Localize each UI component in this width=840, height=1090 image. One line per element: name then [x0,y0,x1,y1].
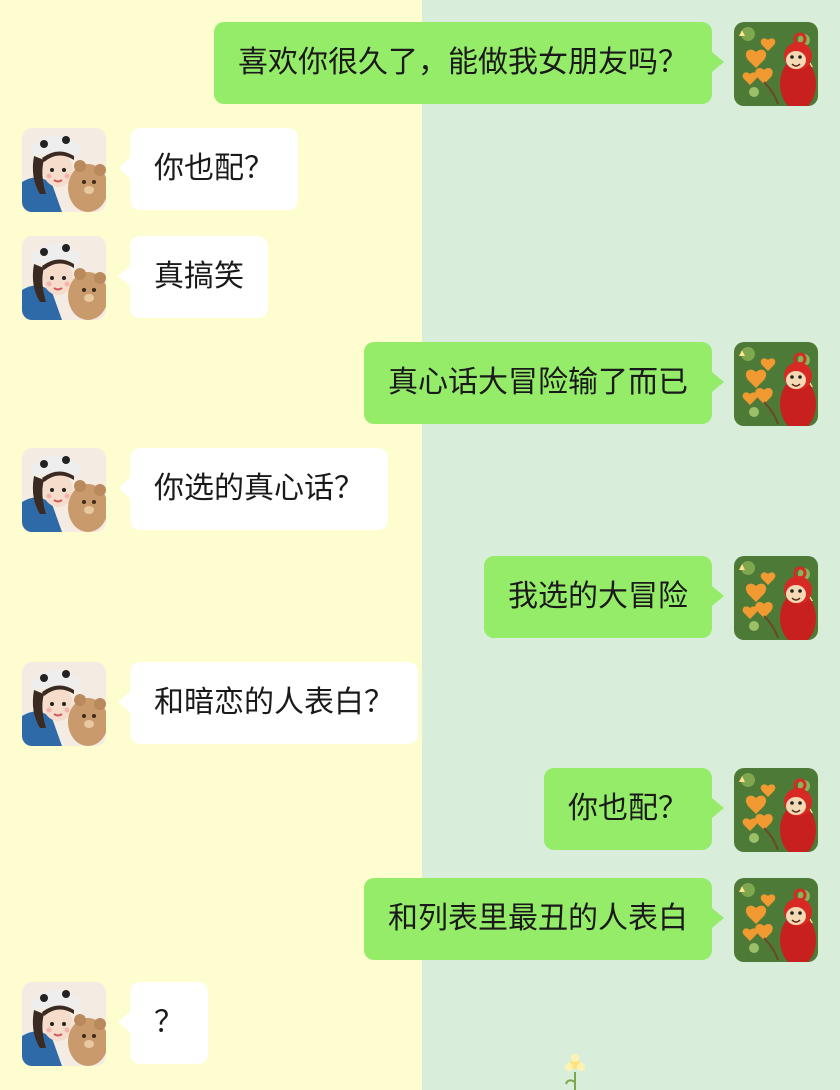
message-bubble[interactable]: 你也配？ [118,128,298,210]
flower-sticker-icon [565,1054,585,1090]
message-bubble[interactable]: 你也配？ [544,768,724,850]
message-bubble[interactable]: 真搞笑 [118,236,268,318]
self-avatar[interactable] [734,878,818,962]
self-avatar[interactable] [734,768,818,852]
message-bubble[interactable]: ？ [118,982,208,1064]
contact-avatar[interactable] [22,982,106,1066]
contact-avatar[interactable] [22,662,106,746]
contact-avatar[interactable] [22,128,106,212]
self-avatar[interactable] [734,556,818,640]
message-bubble[interactable]: 我选的大冒险 [484,556,724,638]
self-avatar[interactable] [734,342,818,426]
message-bubble[interactable]: 和暗恋的人表白？ [118,662,418,744]
contact-avatar[interactable] [22,448,106,532]
message-bubble[interactable]: 真心话大冒险输了而已 [364,342,724,424]
self-avatar[interactable] [734,22,818,106]
message-bubble[interactable]: 和列表里最丑的人表白 [364,878,724,960]
contact-avatar[interactable] [22,236,106,320]
message-bubble[interactable]: 你选的真心话？ [118,448,388,530]
message-bubble[interactable]: 喜欢你很久了，能做我女朋友吗？ [214,22,724,104]
